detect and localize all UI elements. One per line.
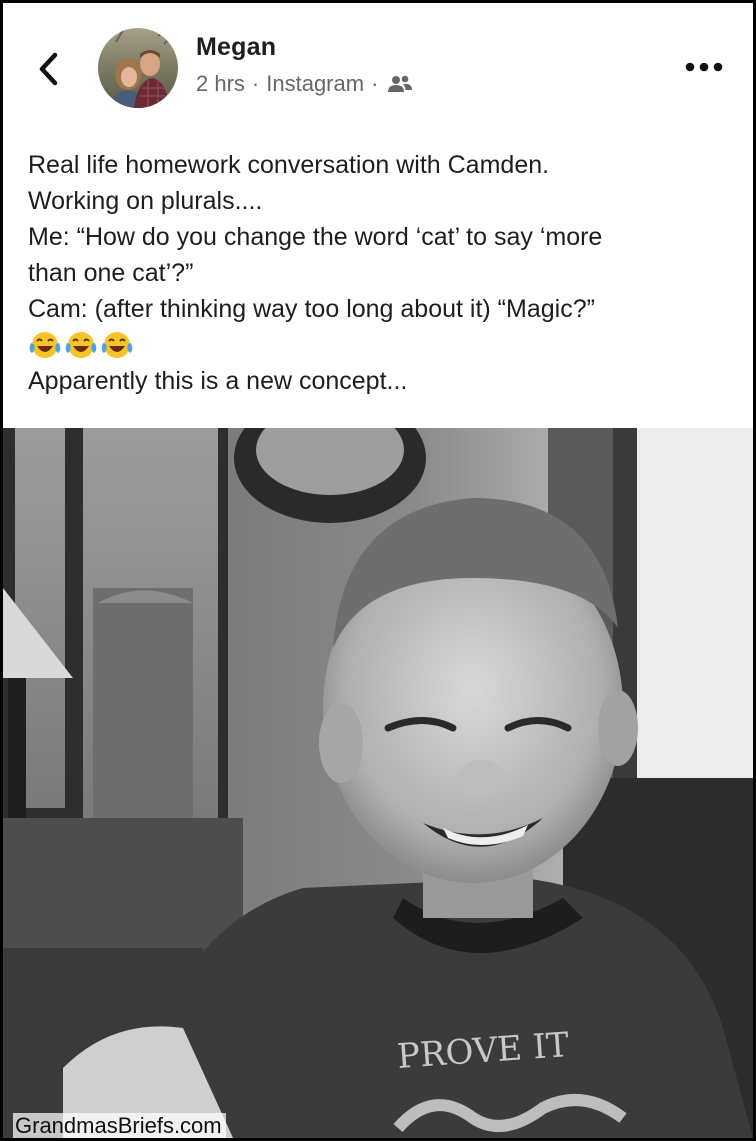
more-options-button[interactable] [679, 55, 729, 79]
post-text-line: Apparently this is a new concept... [28, 367, 408, 395]
more-dots-icon [685, 62, 723, 72]
friends-icon[interactable] [387, 74, 413, 94]
photo-image: PROVE IT [3, 428, 753, 1138]
meta-separator: · [251, 71, 260, 96]
post-text-line: Working on plurals.... [28, 187, 263, 215]
post-text-line: Cam: (after thinking way too long about … [28, 295, 595, 323]
post-text: Real life homework conversation with Cam… [28, 147, 728, 399]
post-meta: 2 hrs · Instagram · [196, 71, 413, 97]
avatar[interactable] [98, 28, 178, 108]
post-card: Megan 2 hrs · Instagram · Real life home… [3, 3, 753, 1138]
watermark: GrandmasBriefs.com [13, 1113, 226, 1138]
tears-of-joy-icon [65, 332, 97, 358]
avatar-image [98, 28, 178, 108]
tears-of-joy-icon [29, 332, 61, 358]
tears-of-joy-icon [101, 332, 133, 358]
post-text-line: Me: “How do you change the word ‘cat’ to… [28, 223, 603, 251]
post-text-line: than one cat’?” [28, 259, 194, 287]
back-button[interactable] [31, 47, 71, 91]
post-photo[interactable]: PROVE IT [3, 428, 753, 1138]
post-source: Instagram [266, 71, 365, 96]
author-name[interactable]: Megan [196, 33, 276, 62]
screenshot-frame: Megan 2 hrs · Instagram · Real life home… [0, 0, 756, 1141]
post-text-line: Real life homework conversation with Cam… [28, 151, 550, 179]
chevron-left-icon [39, 52, 58, 86]
post-time[interactable]: 2 hrs [196, 71, 245, 97]
meta-separator: · [371, 71, 379, 96]
emoji-row: 😂 😂 😂 [28, 327, 728, 363]
